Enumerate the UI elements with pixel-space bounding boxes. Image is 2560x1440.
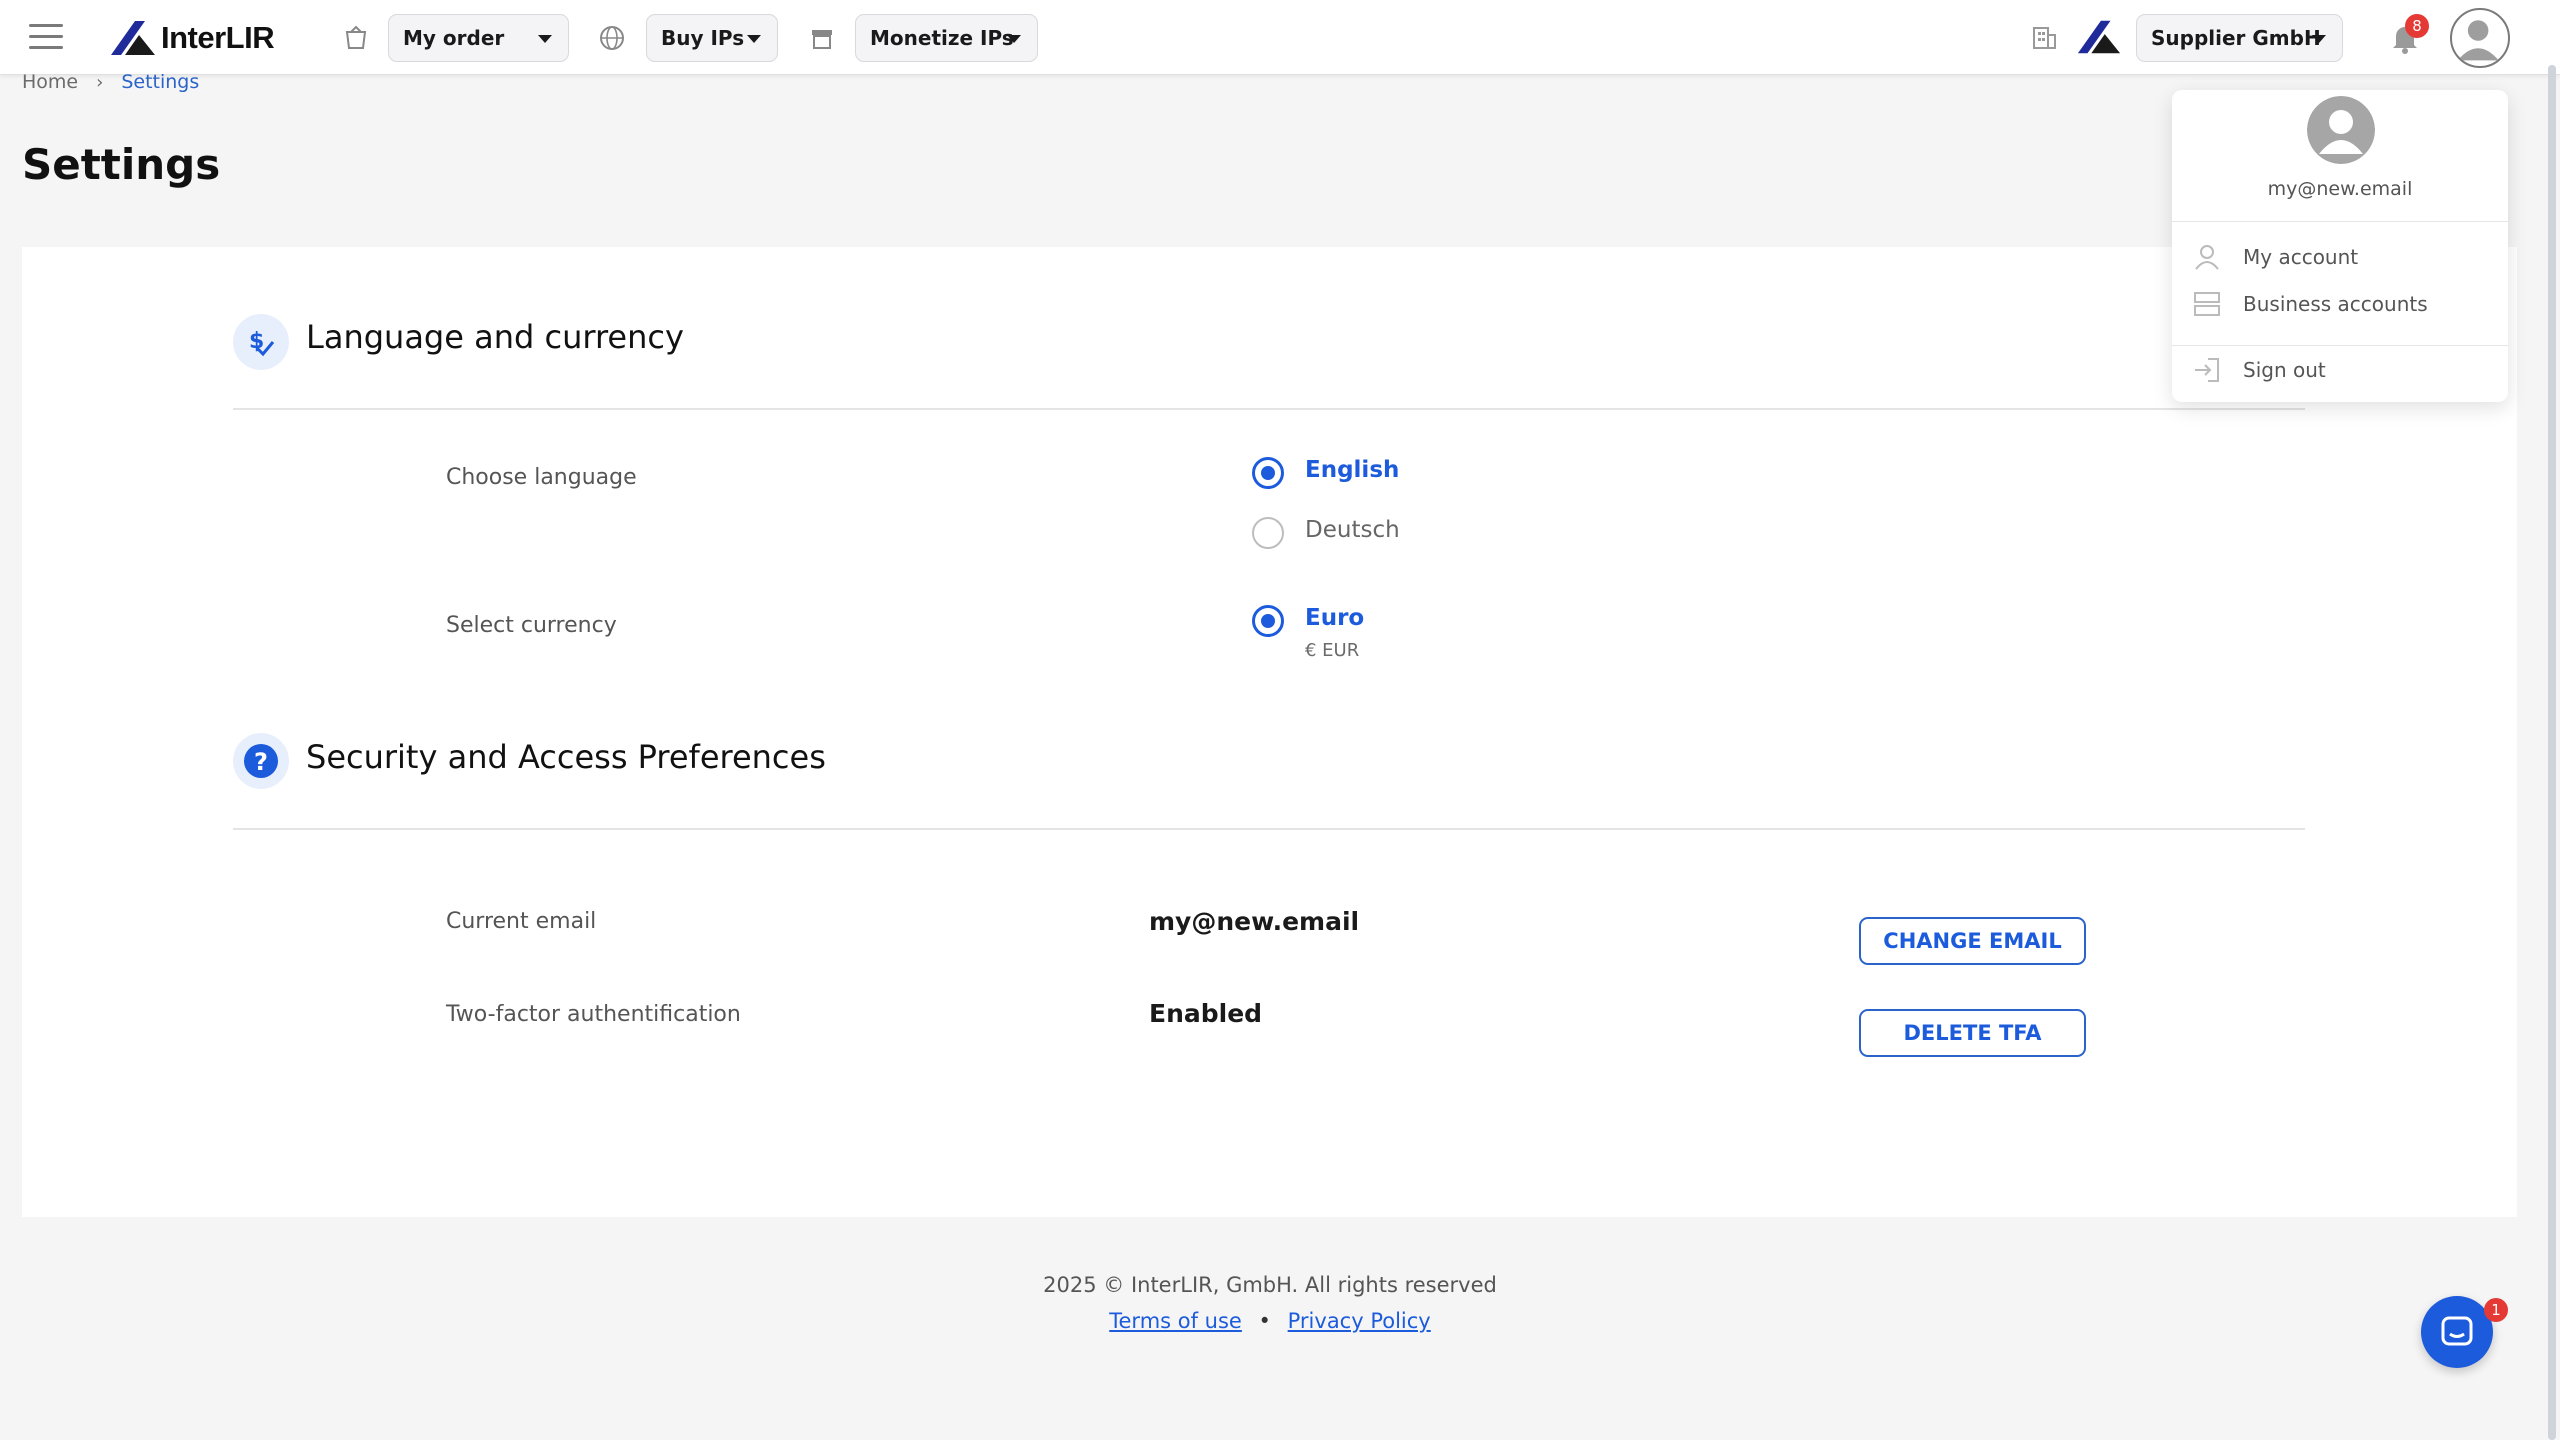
change-email-button[interactable]: CHANGE EMAIL <box>1859 917 2086 965</box>
company-logo-icon <box>2077 20 2121 54</box>
footer-links: Terms of use • Privacy Policy <box>0 1309 2540 1333</box>
language-english-radio[interactable] <box>1252 457 1284 489</box>
choose-language-label: Choose language <box>446 465 637 490</box>
monetize-ips-label: Monetize IPs <box>870 26 1014 50</box>
svg-text:$: $ <box>249 329 264 354</box>
chat-badge: 1 <box>2484 1298 2508 1322</box>
globe-icon <box>600 26 624 50</box>
tfa-status-value: Enabled <box>1149 999 1263 1028</box>
help-icon: ? <box>233 733 289 789</box>
avatar[interactable] <box>2450 8 2510 68</box>
server-icon <box>2194 292 2220 316</box>
security-title: Security and Access Preferences <box>306 738 826 776</box>
buy-ips-label: Buy IPs <box>661 26 745 50</box>
svg-text:?: ? <box>254 748 268 776</box>
currency-exchange-icon: $ <box>233 314 289 370</box>
terms-link[interactable]: Terms of use <box>1109 1309 1242 1333</box>
building-icon <box>2033 27 2056 49</box>
menu-item-label: Business accounts <box>2243 292 2428 316</box>
currency-euro-code: € EUR <box>1305 640 1360 661</box>
notification-badge: 8 <box>2405 14 2429 38</box>
breadcrumb: Home › Settings <box>22 71 199 93</box>
delete-tfa-button[interactable]: DELETE TFA <box>1859 1009 2086 1057</box>
chevron-down-icon <box>747 35 761 43</box>
basket-icon <box>345 25 367 49</box>
breadcrumb-home[interactable]: Home <box>22 71 78 93</box>
menu-item-business-accounts[interactable]: Business accounts <box>2172 282 2508 326</box>
company-label: Supplier GmbH <box>2151 26 2321 50</box>
my-order-dropdown[interactable]: My order <box>388 14 569 62</box>
chevron-down-icon <box>538 35 552 43</box>
section-divider <box>233 828 2305 830</box>
page-scrollbar[interactable] <box>2546 65 2558 1440</box>
menu-divider <box>2172 221 2508 222</box>
chevron-right-icon: › <box>96 71 104 93</box>
footer-separator: • <box>1258 1309 1271 1333</box>
user-menu: my@new.email My account Business account… <box>2172 90 2508 402</box>
breadcrumb-current: Settings <box>121 71 200 93</box>
menu-icon[interactable] <box>29 24 63 50</box>
scrollbar-thumb[interactable] <box>2548 65 2556 1440</box>
sign-out-icon <box>2195 358 2219 382</box>
currency-euro-label[interactable]: Euro <box>1305 605 1364 631</box>
person-icon <box>2195 245 2219 270</box>
interlir-logo-icon <box>111 21 155 55</box>
my-order-label: My order <box>403 26 505 50</box>
chevron-down-icon <box>2312 35 2326 43</box>
tfa-label: Two-factor authentification <box>446 1002 741 1027</box>
language-deutsch-radio[interactable] <box>1252 517 1284 549</box>
logo-text: InterLIR <box>161 20 275 55</box>
chevron-down-icon <box>1007 35 1021 43</box>
current-email-label: Current email <box>446 909 597 934</box>
page-title: Settings <box>22 140 221 189</box>
menu-item-label: Sign out <box>2243 358 2326 382</box>
section-divider <box>233 408 2305 410</box>
current-email-value: my@new.email <box>1149 907 1360 936</box>
store-icon <box>812 30 832 49</box>
language-deutsch-label[interactable]: Deutsch <box>1305 517 1400 543</box>
logo[interactable]: InterLIR <box>109 18 275 58</box>
settings-card: $ Language and currency Choose language … <box>22 247 2517 1217</box>
privacy-link[interactable]: Privacy Policy <box>1288 1309 1431 1333</box>
chat-button[interactable] <box>2421 1296 2493 1368</box>
monetize-ips-dropdown[interactable]: Monetize IPs <box>855 14 1038 62</box>
language-currency-title: Language and currency <box>306 318 684 356</box>
select-currency-label: Select currency <box>446 613 617 638</box>
buy-ips-dropdown[interactable]: Buy IPs <box>646 14 778 62</box>
copyright-text: 2025 © InterLIR, GmbH. All rights reserv… <box>1043 1273 1497 1297</box>
menu-divider <box>2172 345 2508 346</box>
menu-item-sign-out[interactable]: Sign out <box>2172 348 2508 392</box>
menu-item-label: My account <box>2243 245 2359 269</box>
user-menu-avatar-icon <box>2307 96 2375 164</box>
currency-euro-radio[interactable] <box>1252 605 1284 637</box>
chat-icon <box>2441 1316 2473 1346</box>
user-avatar-icon <box>2457 20 2499 61</box>
language-english-label[interactable]: English <box>1305 457 1399 483</box>
top-bar: InterLIR My order Buy IPs Monetize IPs S… <box>0 0 2560 75</box>
user-menu-email: my@new.email <box>2267 178 2413 200</box>
company-dropdown[interactable]: Supplier GmbH <box>2136 14 2343 62</box>
menu-item-my-account[interactable]: My account <box>2172 235 2508 279</box>
